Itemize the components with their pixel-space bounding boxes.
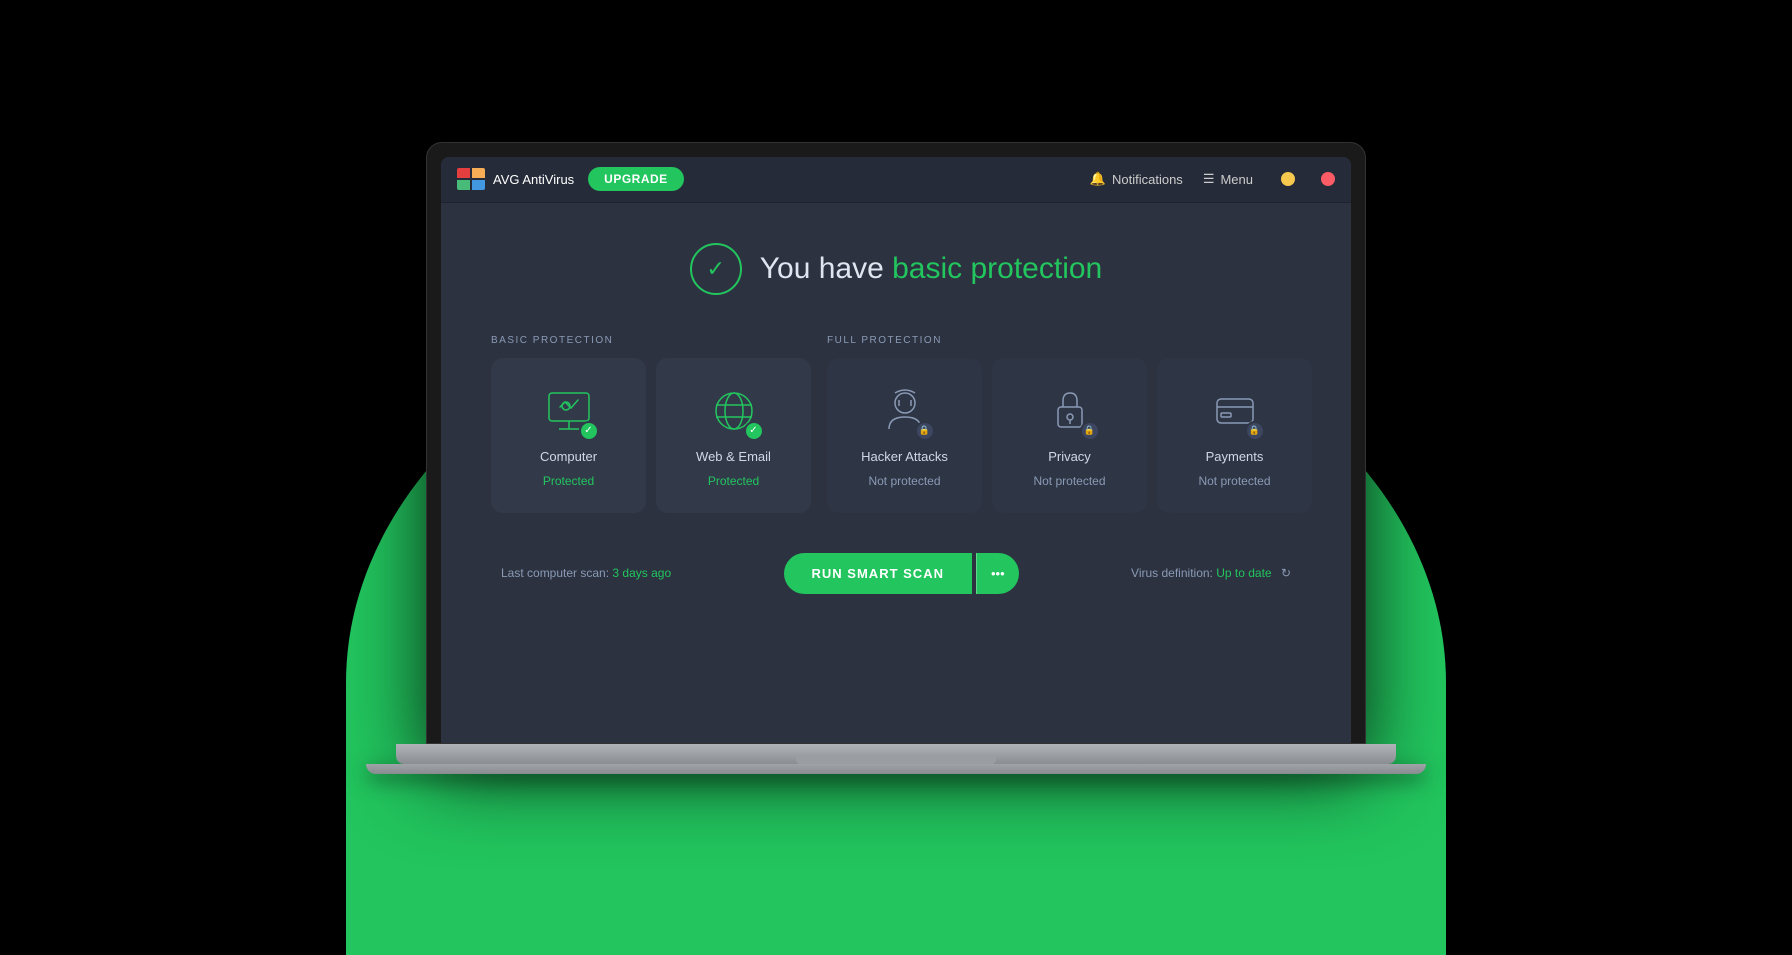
main-content: ✓ You have basic protection BASIC PROTEC… — [441, 203, 1351, 743]
computer-icon: ✓ — [541, 383, 597, 439]
bottom-bar: Last computer scan: 3 days ago RUN SMART… — [491, 553, 1301, 594]
status-header: ✓ You have basic protection — [491, 243, 1301, 295]
upgrade-button[interactable]: UPGRADE — [588, 167, 684, 191]
hacker-attacks-card[interactable]: 🔒 Hacker Attacks Not protected — [827, 358, 982, 513]
privacy-card-title: Privacy — [1048, 449, 1091, 464]
logo-quad-green — [457, 180, 470, 190]
logo-quad-blue — [472, 180, 485, 190]
logo-quad-orange — [472, 168, 485, 178]
payments-icon: 🔒 — [1207, 383, 1263, 439]
menu-button[interactable]: ☰ Menu — [1203, 171, 1253, 187]
avg-logo-icon — [457, 168, 485, 190]
web-email-card-title: Web & Email — [696, 449, 771, 464]
web-email-card[interactable]: ✓ Web & Email Protected — [656, 358, 811, 513]
laptop-base — [396, 744, 1396, 764]
privacy-card[interactable]: 🔒 Privacy Not protected — [992, 358, 1147, 513]
status-highlight: basic protection — [892, 252, 1102, 285]
titlebar-right: 🔔 Notifications ☰ Menu – ✕ — [1090, 171, 1335, 187]
menu-label: Menu — [1220, 172, 1253, 187]
web-email-check-badge: ✓ — [744, 421, 764, 441]
hacker-card-status: Not protected — [868, 474, 940, 488]
notifications-button[interactable]: 🔔 Notifications — [1090, 171, 1183, 187]
notifications-label: Notifications — [1112, 172, 1183, 187]
virus-def-label: Virus definition: — [1131, 566, 1213, 580]
basic-cards-row: ✓ Computer Protected — [491, 358, 811, 513]
close-button[interactable]: ✕ — [1321, 172, 1335, 186]
status-prefix: You have — [760, 252, 892, 285]
protection-sections: BASIC PROTECTION — [491, 335, 1301, 513]
laptop-screen: AVG AntiVirus UPGRADE 🔔 Notifications ☰ … — [441, 157, 1351, 743]
computer-card[interactable]: ✓ Computer Protected — [491, 358, 646, 513]
hamburger-icon: ☰ — [1203, 171, 1215, 187]
computer-card-status: Protected — [543, 474, 594, 488]
scan-button-wrapper: RUN SMART SCAN ••• — [784, 553, 1019, 594]
web-email-icon: ✓ — [706, 383, 762, 439]
full-section-label: FULL PROTECTION — [827, 335, 1312, 346]
laptop-bezel: AVG AntiVirus UPGRADE 🔔 Notifications ☰ … — [426, 142, 1366, 744]
refresh-icon[interactable]: ↻ — [1281, 566, 1291, 580]
status-text: You have basic protection — [760, 252, 1102, 286]
basic-section-label: BASIC PROTECTION — [491, 335, 811, 346]
laptop-bottom-edge — [366, 764, 1426, 774]
avg-logo: AVG AntiVirus — [457, 168, 574, 190]
hacker-card-title: Hacker Attacks — [861, 449, 948, 464]
app-title: AVG AntiVirus — [493, 172, 574, 187]
computer-check-badge: ✓ — [579, 421, 599, 441]
scan-more-options-button[interactable]: ••• — [976, 553, 1019, 594]
last-scan-text: Last computer scan: 3 days ago — [501, 566, 671, 580]
full-cards-row: 🔒 Hacker Attacks Not protected — [827, 358, 1312, 513]
hacker-attacks-icon: 🔒 — [877, 383, 933, 439]
titlebar: AVG AntiVirus UPGRADE 🔔 Notifications ☰ … — [441, 157, 1351, 203]
minimize-button[interactable]: – — [1281, 172, 1295, 186]
payments-card-title: Payments — [1206, 449, 1264, 464]
last-scan-label: Last computer scan: — [501, 566, 609, 580]
web-email-card-status: Protected — [708, 474, 759, 488]
status-check-circle: ✓ — [690, 243, 742, 295]
hacker-lock-badge: 🔒 — [915, 421, 935, 441]
privacy-icon: 🔒 — [1042, 383, 1098, 439]
virus-def-value: Up to date — [1216, 566, 1271, 580]
computer-card-title: Computer — [540, 449, 597, 464]
privacy-lock-badge: 🔒 — [1080, 421, 1100, 441]
laptop: AVG AntiVirus UPGRADE 🔔 Notifications ☰ … — [366, 142, 1426, 774]
full-protection-section: FULL PROTECTION — [827, 335, 1312, 513]
payments-card[interactable]: 🔒 Payments Not protected — [1157, 358, 1312, 513]
checkmark-icon: ✓ — [707, 256, 725, 282]
basic-protection-section: BASIC PROTECTION — [491, 335, 811, 513]
payments-lock-badge: 🔒 — [1245, 421, 1265, 441]
scene: AVG AntiVirus UPGRADE 🔔 Notifications ☰ … — [0, 0, 1792, 955]
payments-card-status: Not protected — [1198, 474, 1270, 488]
privacy-card-status: Not protected — [1033, 474, 1105, 488]
logo-quad-red — [457, 168, 470, 178]
last-scan-value: 3 days ago — [612, 566, 671, 580]
virus-definition-text: Virus definition: Up to date ↻ — [1131, 566, 1291, 581]
run-smart-scan-button[interactable]: RUN SMART SCAN — [784, 553, 972, 594]
bell-icon: 🔔 — [1090, 171, 1106, 187]
